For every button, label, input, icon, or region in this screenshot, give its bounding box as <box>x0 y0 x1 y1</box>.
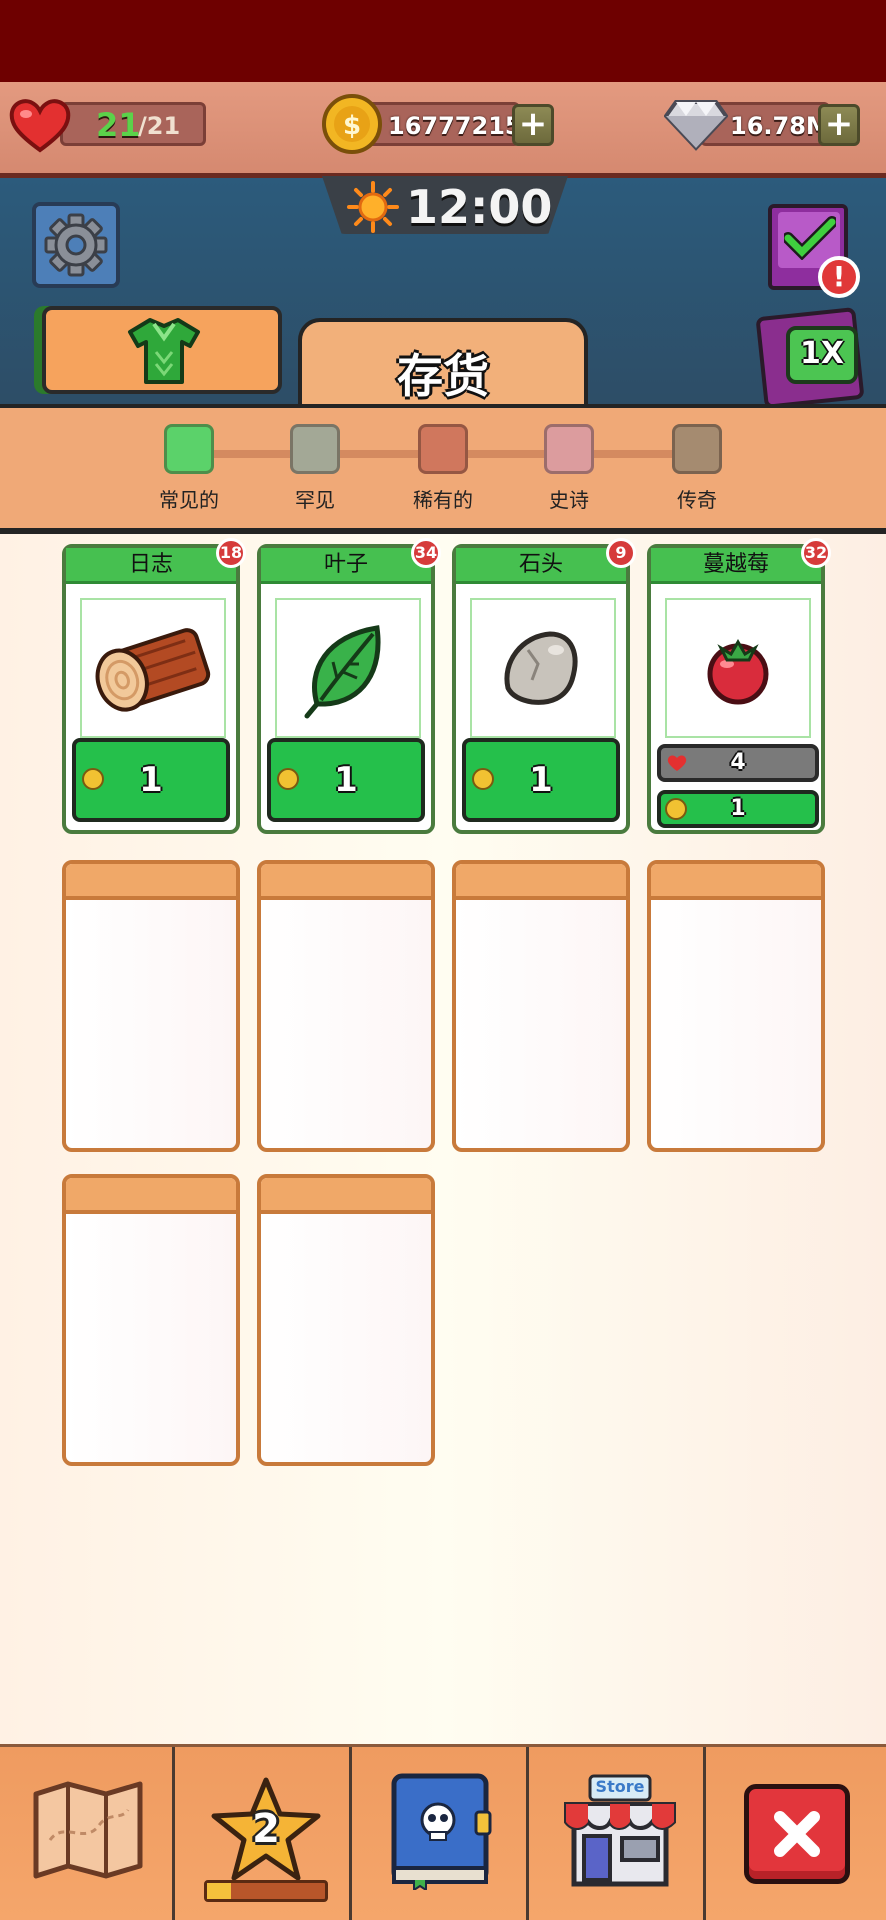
speed-toggle-button[interactable]: 1X <box>786 326 858 384</box>
tab-inventory[interactable]: 存货 <box>298 318 588 408</box>
rarity-common-swatch[interactable] <box>164 424 214 474</box>
xp-bar <box>204 1880 328 1902</box>
clock-time: 12:00 <box>406 180 553 234</box>
rarity-uncommon-swatch[interactable] <box>290 424 340 474</box>
rarity-label: 常见的 <box>159 488 219 512</box>
close-icon <box>774 1811 820 1857</box>
rarity-legendary-swatch[interactable] <box>672 424 722 474</box>
item-image <box>665 598 811 738</box>
sell-price-button[interactable]: 1 <box>267 738 425 822</box>
heal-value: 4 <box>730 750 746 775</box>
log-icon <box>95 628 211 712</box>
close-button[interactable] <box>744 1784 850 1884</box>
item-count-badge: 34 <box>411 538 441 568</box>
sell-price: 1 <box>334 760 358 800</box>
sell-price-button[interactable]: 1 <box>72 738 230 822</box>
rarity-label: 史诗 <box>549 488 589 512</box>
empty-slot <box>62 1174 240 1466</box>
item-card-log[interactable]: 日志 18 1 <box>62 538 246 834</box>
cranberry-icon <box>707 639 769 705</box>
rarity-label: 稀有的 <box>413 488 473 512</box>
coins-value: 16777215 <box>388 112 522 140</box>
stone-icon <box>504 631 578 705</box>
empty-slot <box>62 860 240 1152</box>
add-gems-button[interactable]: + <box>818 104 860 146</box>
store-button[interactable]: Store <box>562 1774 678 1890</box>
sun-icon <box>347 181 399 233</box>
item-card-cranberry[interactable]: 蔓越莓 32 4 1 <box>647 538 831 834</box>
item-count-badge: 32 <box>801 538 831 568</box>
hearts-value: 21 <box>96 106 141 144</box>
heart-icon <box>9 99 71 153</box>
store-sign: Store <box>595 1777 645 1796</box>
settings-button[interactable] <box>32 202 120 288</box>
sell-price: 1 <box>139 760 163 800</box>
sell-price: 1 <box>529 760 553 800</box>
map-button[interactable] <box>30 1780 146 1880</box>
add-coins-button[interactable]: + <box>512 104 554 146</box>
item-card-leaf[interactable]: 叶子 34 1 <box>257 538 441 834</box>
top-banner <box>0 0 886 82</box>
empty-slot <box>647 860 825 1152</box>
tab-inventory-label: 存货 <box>397 349 489 403</box>
level-button[interactable]: 2 <box>204 1776 328 1906</box>
coin-icon: $ <box>322 94 382 154</box>
gear-icon <box>44 213 108 277</box>
quest-book-button[interactable]: ! <box>768 204 860 298</box>
sell-price: 1 <box>730 796 746 821</box>
hearts-max: /21 <box>138 112 181 140</box>
shirt-icon <box>128 318 200 384</box>
map-icon <box>33 1781 143 1879</box>
character-button[interactable] <box>42 306 282 394</box>
rarity-epic-swatch[interactable] <box>544 424 594 474</box>
bestiary-book-button[interactable] <box>388 1772 496 1892</box>
checkmark-icon <box>784 216 836 260</box>
rarity-rare-swatch[interactable] <box>418 424 468 474</box>
empty-slot <box>257 860 435 1152</box>
item-count-badge: 9 <box>606 538 636 568</box>
sell-price-button[interactable]: 1 <box>462 738 620 822</box>
item-name: 蔓越莓 <box>651 548 821 584</box>
rarity-label: 罕见 <box>295 488 335 512</box>
sell-price-button[interactable]: 1 <box>657 790 819 828</box>
item-name: 日志 <box>66 548 236 584</box>
xp-bar-fill <box>207 1883 231 1899</box>
item-image <box>80 598 226 738</box>
leaf-icon <box>304 625 381 719</box>
level-number: 2 <box>252 1806 280 1852</box>
alert-icon: ! <box>818 256 860 298</box>
item-card-stone[interactable]: 石头 9 1 <box>452 538 636 834</box>
status-bar: 21 /21 $ 16777215 + 16.78M + <box>0 82 886 178</box>
item-image <box>275 598 421 738</box>
item-image <box>470 598 616 738</box>
gems-value: 16.78M <box>730 112 830 140</box>
item-count-badge: 18 <box>216 538 246 568</box>
item-name: 叶子 <box>261 548 431 584</box>
empty-slot <box>452 860 630 1152</box>
svg-text:$: $ <box>343 111 361 141</box>
diamond-icon <box>664 100 728 151</box>
item-name: 石头 <box>456 548 626 584</box>
rarity-label: 传奇 <box>677 488 717 512</box>
heal-value-box: 4 <box>657 744 819 782</box>
empty-slot <box>257 1174 435 1466</box>
skull-book-icon <box>391 1773 492 1892</box>
